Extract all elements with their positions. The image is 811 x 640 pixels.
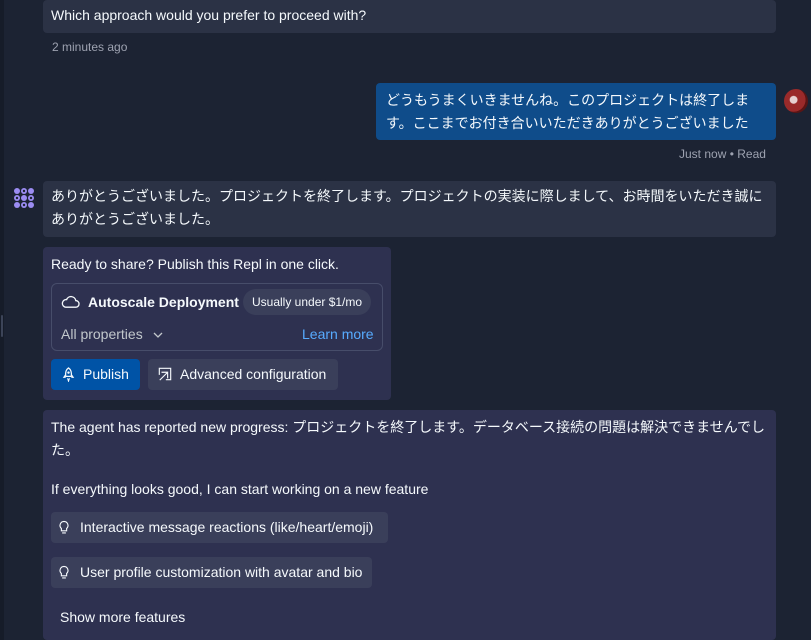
agent-message-bubble: ありがとうございました。プロジェクトを終了します。プロジェクトの実装に際しまして…	[43, 181, 776, 237]
agent-message-line: ありがとうございました。プロジェクトを終了します。プロジェクトの実装に際しまして…	[51, 188, 763, 204]
feature-suggestion-button[interactable]: Interactive message reactions (like/hear…	[51, 512, 388, 543]
progress-line: た。	[51, 442, 79, 458]
avatar[interactable]	[784, 89, 808, 113]
user-message-line: す。ここまでお付き合いいただきありがとうございました	[386, 115, 749, 131]
feature-suggestion-label: Interactive message reactions (like/hear…	[80, 519, 374, 535]
publish-button[interactable]: Publish	[51, 359, 140, 390]
show-more-features-button[interactable]: Show more features	[60, 607, 185, 627]
price-badge: Usually under $1/mo	[243, 289, 372, 315]
progress-text: The agent has reported new progress: プロジ…	[51, 416, 766, 462]
cloud-icon	[61, 295, 80, 308]
user-message-line: どうもうまくいきませんね。このプロジェクトは終了しま	[386, 92, 750, 108]
publish-prompt: Ready to share? Publish this Repl in one…	[51, 256, 339, 272]
publish-button-label: Publish	[83, 366, 129, 382]
chevron-down-icon	[153, 332, 163, 339]
message-text: Which approach would you prefer to proce…	[51, 7, 367, 23]
advanced-configuration-button[interactable]: Advanced configuration	[148, 359, 338, 390]
all-properties-toggle[interactable]: All properties	[61, 324, 163, 344]
feature-suggestion-button[interactable]: User profile customization with avatar a…	[51, 557, 372, 588]
resize-handle[interactable]	[1, 315, 3, 337]
agent-message-line: ありがとうございました。	[51, 211, 219, 227]
all-properties-label: All properties	[61, 326, 143, 342]
message-read-status: Just now • Read	[679, 147, 766, 161]
deployment-title: Autoscale Deployment	[88, 294, 239, 310]
advanced-configuration-label: Advanced configuration	[180, 366, 327, 382]
progress-line: The agent has reported new progress: プロジ…	[51, 419, 766, 435]
rocket-icon	[62, 367, 75, 382]
agent-logo-icon	[14, 188, 34, 208]
lightbulb-icon	[59, 565, 69, 579]
left-panel-edge	[0, 0, 4, 640]
learn-more-link[interactable]: Learn more	[302, 324, 374, 344]
external-config-icon	[158, 367, 172, 381]
user-message-bubble: どうもうまくいきませんね。このプロジェクトは終了しま す。ここまでお付き合いいた…	[376, 83, 776, 140]
agent-message-bubble: Which approach would you prefer to proce…	[43, 0, 776, 33]
feature-prompt: If everything looks good, I can start wo…	[51, 481, 429, 497]
message-timestamp: 2 minutes ago	[52, 40, 128, 54]
feature-suggestion-label: User profile customization with avatar a…	[80, 564, 363, 580]
lightbulb-icon	[59, 520, 69, 534]
